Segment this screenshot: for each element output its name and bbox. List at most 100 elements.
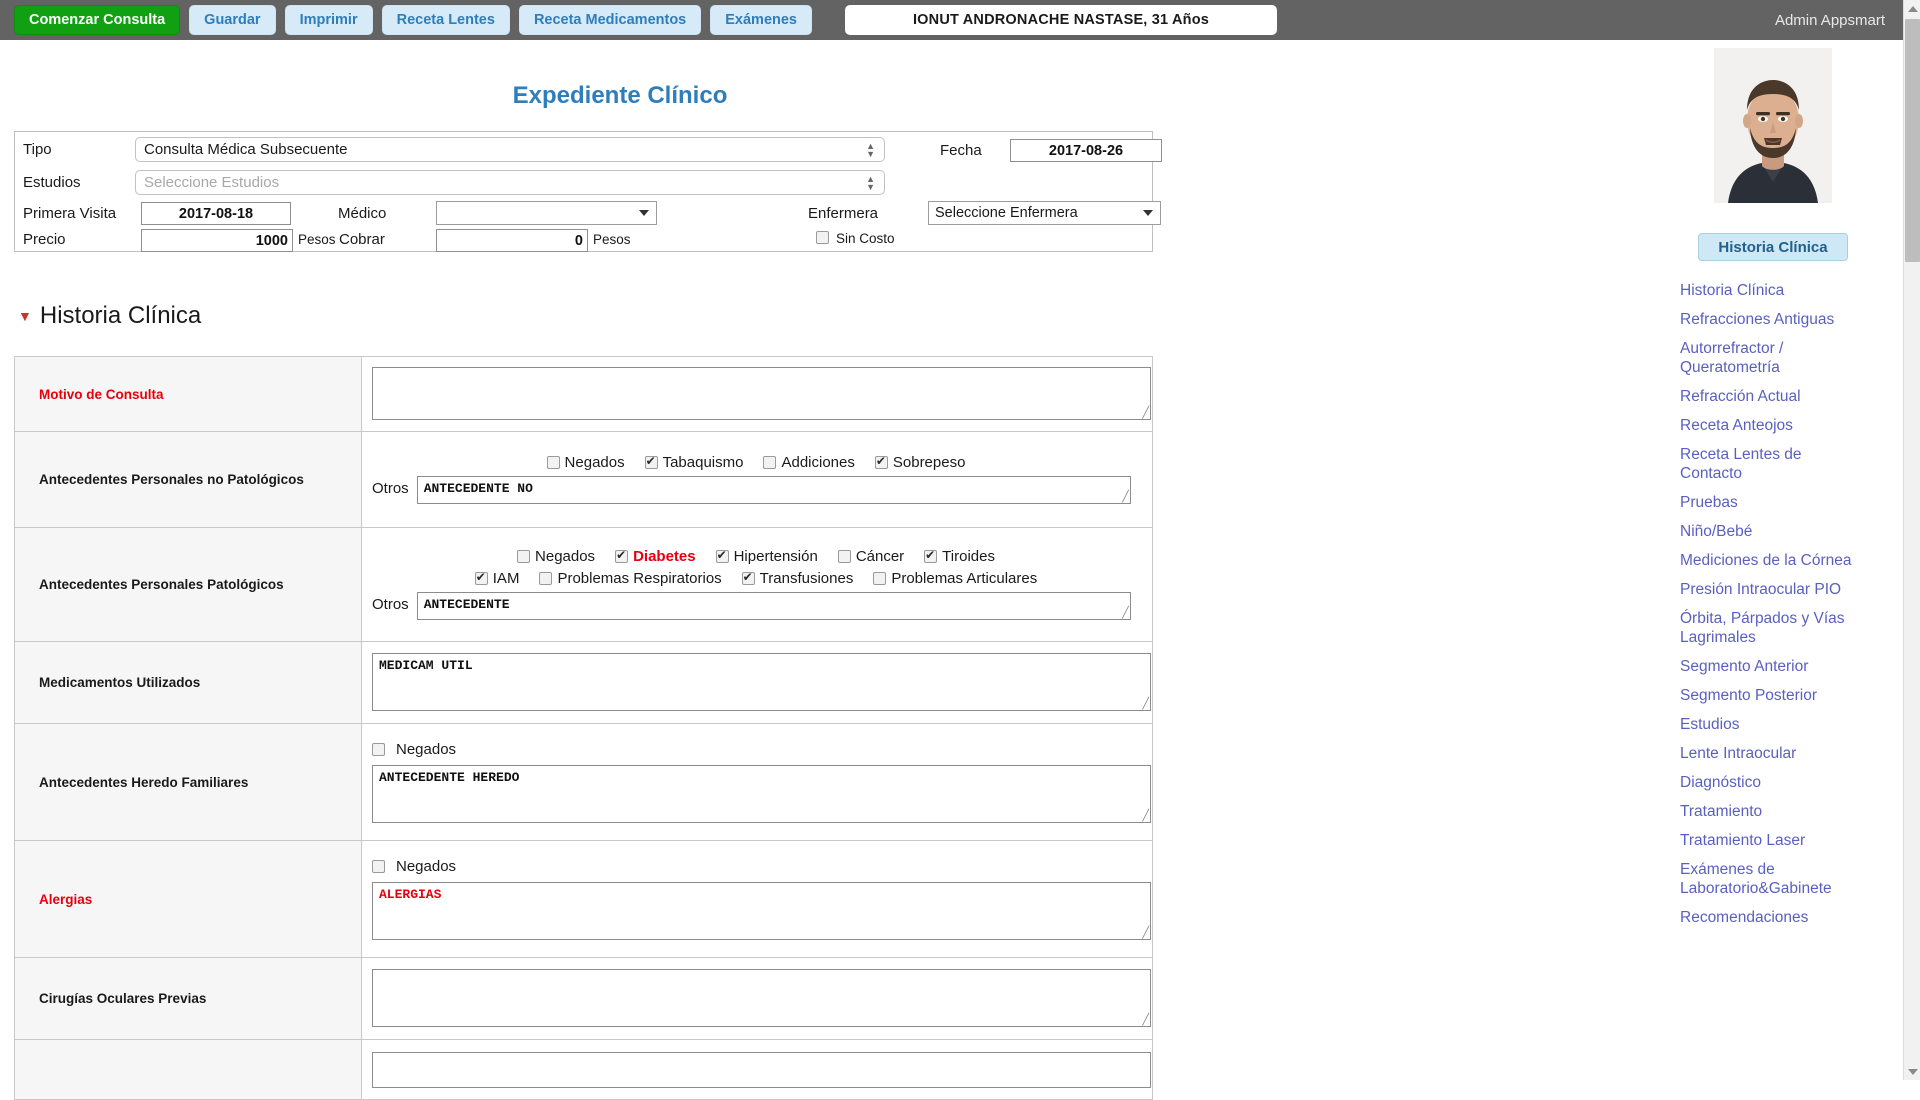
- textarea-value: ANTECEDENTE HEREDO: [379, 769, 520, 785]
- nav-item-presion-intraocular-pio[interactable]: Presión Intraocular PIO: [1680, 580, 1865, 599]
- nav-item-segmento-anterior[interactable]: Segmento Anterior: [1680, 657, 1865, 676]
- examenes-button[interactable]: Exámenes: [710, 5, 812, 35]
- checkbox-box[interactable]: [615, 548, 629, 563]
- checkbox-item-tabaquismo[interactable]: Tabaquismo: [644, 454, 744, 471]
- receta-lentes-button[interactable]: Receta Lentes: [381, 5, 510, 35]
- checkbox-box[interactable]: [546, 456, 560, 469]
- resize-grip-icon[interactable]: ╱: [1142, 809, 1149, 822]
- checkbox-label: Transfusiones: [759, 570, 854, 587]
- resize-grip-icon[interactable]: ╱: [1142, 406, 1149, 419]
- alergias-textarea[interactable]: ALERGIAS ╱: [372, 881, 1151, 940]
- checkbox-box[interactable]: [372, 859, 385, 873]
- section-nav-list: Historia Clínica Refracciones Antiguas A…: [1660, 273, 1886, 927]
- otros-no-patologicos-textarea[interactable]: ANTECEDENTE NO ╱: [416, 476, 1131, 504]
- checkbox-item-transfusiones[interactable]: Transfusiones: [741, 570, 854, 587]
- checkbox-box[interactable]: [474, 570, 488, 585]
- checkbox-box[interactable]: [874, 454, 888, 469]
- resize-grip-icon[interactable]: ╱: [1142, 1013, 1149, 1026]
- checkbox-item-diabetes[interactable]: Diabetes: [615, 548, 696, 565]
- checkbox-item-addiciones[interactable]: Addiciones: [763, 454, 855, 471]
- checkbox-item-negados[interactable]: Negados: [546, 454, 625, 471]
- checkbox-item-sobrepeso[interactable]: Sobrepeso: [874, 454, 965, 471]
- checkbox-item-hipertension[interactable]: Hipertensión: [715, 548, 818, 565]
- nav-item-tratamiento[interactable]: Tratamiento: [1680, 802, 1865, 821]
- primera-visita-input[interactable]: 2017-08-18: [141, 202, 291, 225]
- page-scrollbar[interactable]: [1903, 0, 1920, 1080]
- checkbox-box[interactable]: [372, 742, 385, 756]
- resize-grip-icon[interactable]: ╱: [1142, 926, 1149, 939]
- nav-item-examenes-laboratorio-gabinete[interactable]: Exámenes de Laboratorio&Gabinete: [1680, 860, 1865, 898]
- nav-item-tratamiento-laser[interactable]: Tratamiento Laser: [1680, 831, 1865, 850]
- comenzar-consulta-button[interactable]: Comenzar Consulta: [14, 5, 181, 35]
- nav-item-refraccion-actual[interactable]: Refracción Actual: [1680, 387, 1865, 406]
- checkbox-box[interactable]: [837, 550, 851, 563]
- enfermera-dropdown[interactable]: Seleccione Enfermera: [928, 201, 1161, 225]
- medicamentos-utilizados-textarea[interactable]: MEDICAM UTIL ╱: [372, 653, 1151, 711]
- resize-grip-icon[interactable]: ╱: [1122, 490, 1129, 503]
- precio-input[interactable]: 1000: [141, 229, 293, 252]
- historia-clinica-active-pill[interactable]: Historia Clínica: [1698, 233, 1848, 261]
- heredo-familiares-textarea[interactable]: ANTECEDENTE HEREDO ╱: [372, 764, 1151, 823]
- enfermera-label: Enfermera: [808, 205, 879, 222]
- nav-item-nino-bebe[interactable]: Niño/Bebé: [1680, 522, 1865, 541]
- triangle-down-icon: [1907, 1068, 1918, 1075]
- checkbox-item-problemas-respiratorios[interactable]: Problemas Respiratorios: [539, 570, 722, 587]
- nav-item-mediciones-de-la-cornea[interactable]: Mediciones de la Córnea: [1680, 551, 1865, 570]
- checkbox-box[interactable]: [924, 548, 938, 563]
- cobrar-input[interactable]: 0: [436, 229, 588, 252]
- checkbox-box[interactable]: [763, 456, 777, 469]
- nav-item-receta-lentes-de-contacto[interactable]: Receta Lentes de Contacto: [1680, 445, 1865, 483]
- checkbox-box[interactable]: [517, 550, 531, 563]
- checkbox-label: Problemas Respiratorios: [557, 570, 722, 587]
- patient-name-banner[interactable]: IONUT ANDRONACHE NASTASE, 31 Años: [845, 5, 1277, 35]
- nav-item-lente-intraocular[interactable]: Lente Intraocular: [1680, 744, 1865, 763]
- negados-heredo-wrap[interactable]: Negados: [372, 741, 456, 758]
- nav-item-orbita-parpados-vias-lagrimales[interactable]: Órbita, Párpados y Vías Lagrimales: [1680, 609, 1865, 647]
- estudios-select[interactable]: Seleccione Estudios ▲ ▼: [135, 170, 885, 195]
- receta-medicamentos-button[interactable]: Receta Medicamentos: [518, 5, 702, 35]
- checkbox-item-problemas-articulares[interactable]: Problemas Articulares: [873, 570, 1037, 587]
- nav-item-estudios[interactable]: Estudios: [1680, 715, 1865, 734]
- admin-user-label[interactable]: Admin Appsmart: [1775, 12, 1885, 29]
- checkbox-box[interactable]: [873, 572, 887, 585]
- sin-costo-label: Sin Costo: [836, 231, 895, 246]
- resize-grip-icon[interactable]: ╱: [1122, 606, 1129, 619]
- sin-costo-checkbox[interactable]: [816, 231, 829, 244]
- checkbox-box[interactable]: [715, 548, 729, 563]
- historia-clinica-section-header[interactable]: ▼ Historia Clínica: [18, 302, 201, 330]
- guardar-button[interactable]: Guardar: [189, 5, 276, 35]
- medico-dropdown[interactable]: [436, 201, 657, 225]
- next-row-textarea[interactable]: [372, 1052, 1151, 1088]
- checkbox-box[interactable]: [539, 572, 553, 585]
- checkbox-box[interactable]: [644, 454, 658, 469]
- checkbox-item-negados[interactable]: Negados: [517, 548, 595, 565]
- fecha-input[interactable]: 2017-08-26: [1010, 139, 1162, 162]
- negados-alergias-wrap[interactable]: Negados: [372, 858, 456, 875]
- nav-item-diagnostico[interactable]: Diagnóstico: [1680, 773, 1865, 792]
- nav-item-recomendaciones[interactable]: Recomendaciones: [1680, 908, 1865, 927]
- resize-grip-icon[interactable]: ╱: [1142, 697, 1149, 710]
- medico-label: Médico: [338, 205, 387, 222]
- scroll-down-button[interactable]: [1904, 1063, 1920, 1080]
- checkbox-box[interactable]: [741, 570, 755, 585]
- nav-item-segmento-posterior[interactable]: Segmento Posterior: [1680, 686, 1865, 705]
- tipo-select[interactable]: Consulta Médica Subsecuente ▲ ▼: [135, 137, 885, 162]
- imprimir-button[interactable]: Imprimir: [284, 5, 373, 35]
- page-title: Expediente Clínico: [512, 82, 728, 109]
- nav-item-refracciones-antiguas[interactable]: Refracciones Antiguas: [1680, 310, 1865, 329]
- cirugias-oculares-previas-textarea[interactable]: ╱: [372, 969, 1151, 1027]
- primera-visita-label: Primera Visita: [23, 205, 117, 222]
- checkbox-item-cancer[interactable]: Cáncer: [837, 548, 904, 565]
- nav-item-receta-anteojos[interactable]: Receta Anteojos: [1680, 416, 1865, 435]
- motivo-consulta-textarea[interactable]: ╱: [372, 367, 1151, 420]
- checkbox-item-iam[interactable]: IAM: [474, 570, 519, 587]
- scroll-up-button[interactable]: [1904, 0, 1920, 17]
- nav-item-autorrefractor-queratometria[interactable]: Autorrefractor / Queratometría: [1680, 339, 1865, 377]
- checkbox-label: Tabaquismo: [662, 454, 744, 471]
- otros-patologicos-textarea[interactable]: ANTECEDENTE ╱: [416, 592, 1131, 620]
- nav-item-historia-clinica[interactable]: Historia Clínica: [1680, 281, 1865, 300]
- scrollbar-thumb[interactable]: [1905, 19, 1920, 262]
- nav-item-pruebas[interactable]: Pruebas: [1680, 493, 1865, 512]
- checkbox-item-tiroides[interactable]: Tiroides: [924, 548, 995, 565]
- triangle-up-icon: [1907, 5, 1918, 12]
